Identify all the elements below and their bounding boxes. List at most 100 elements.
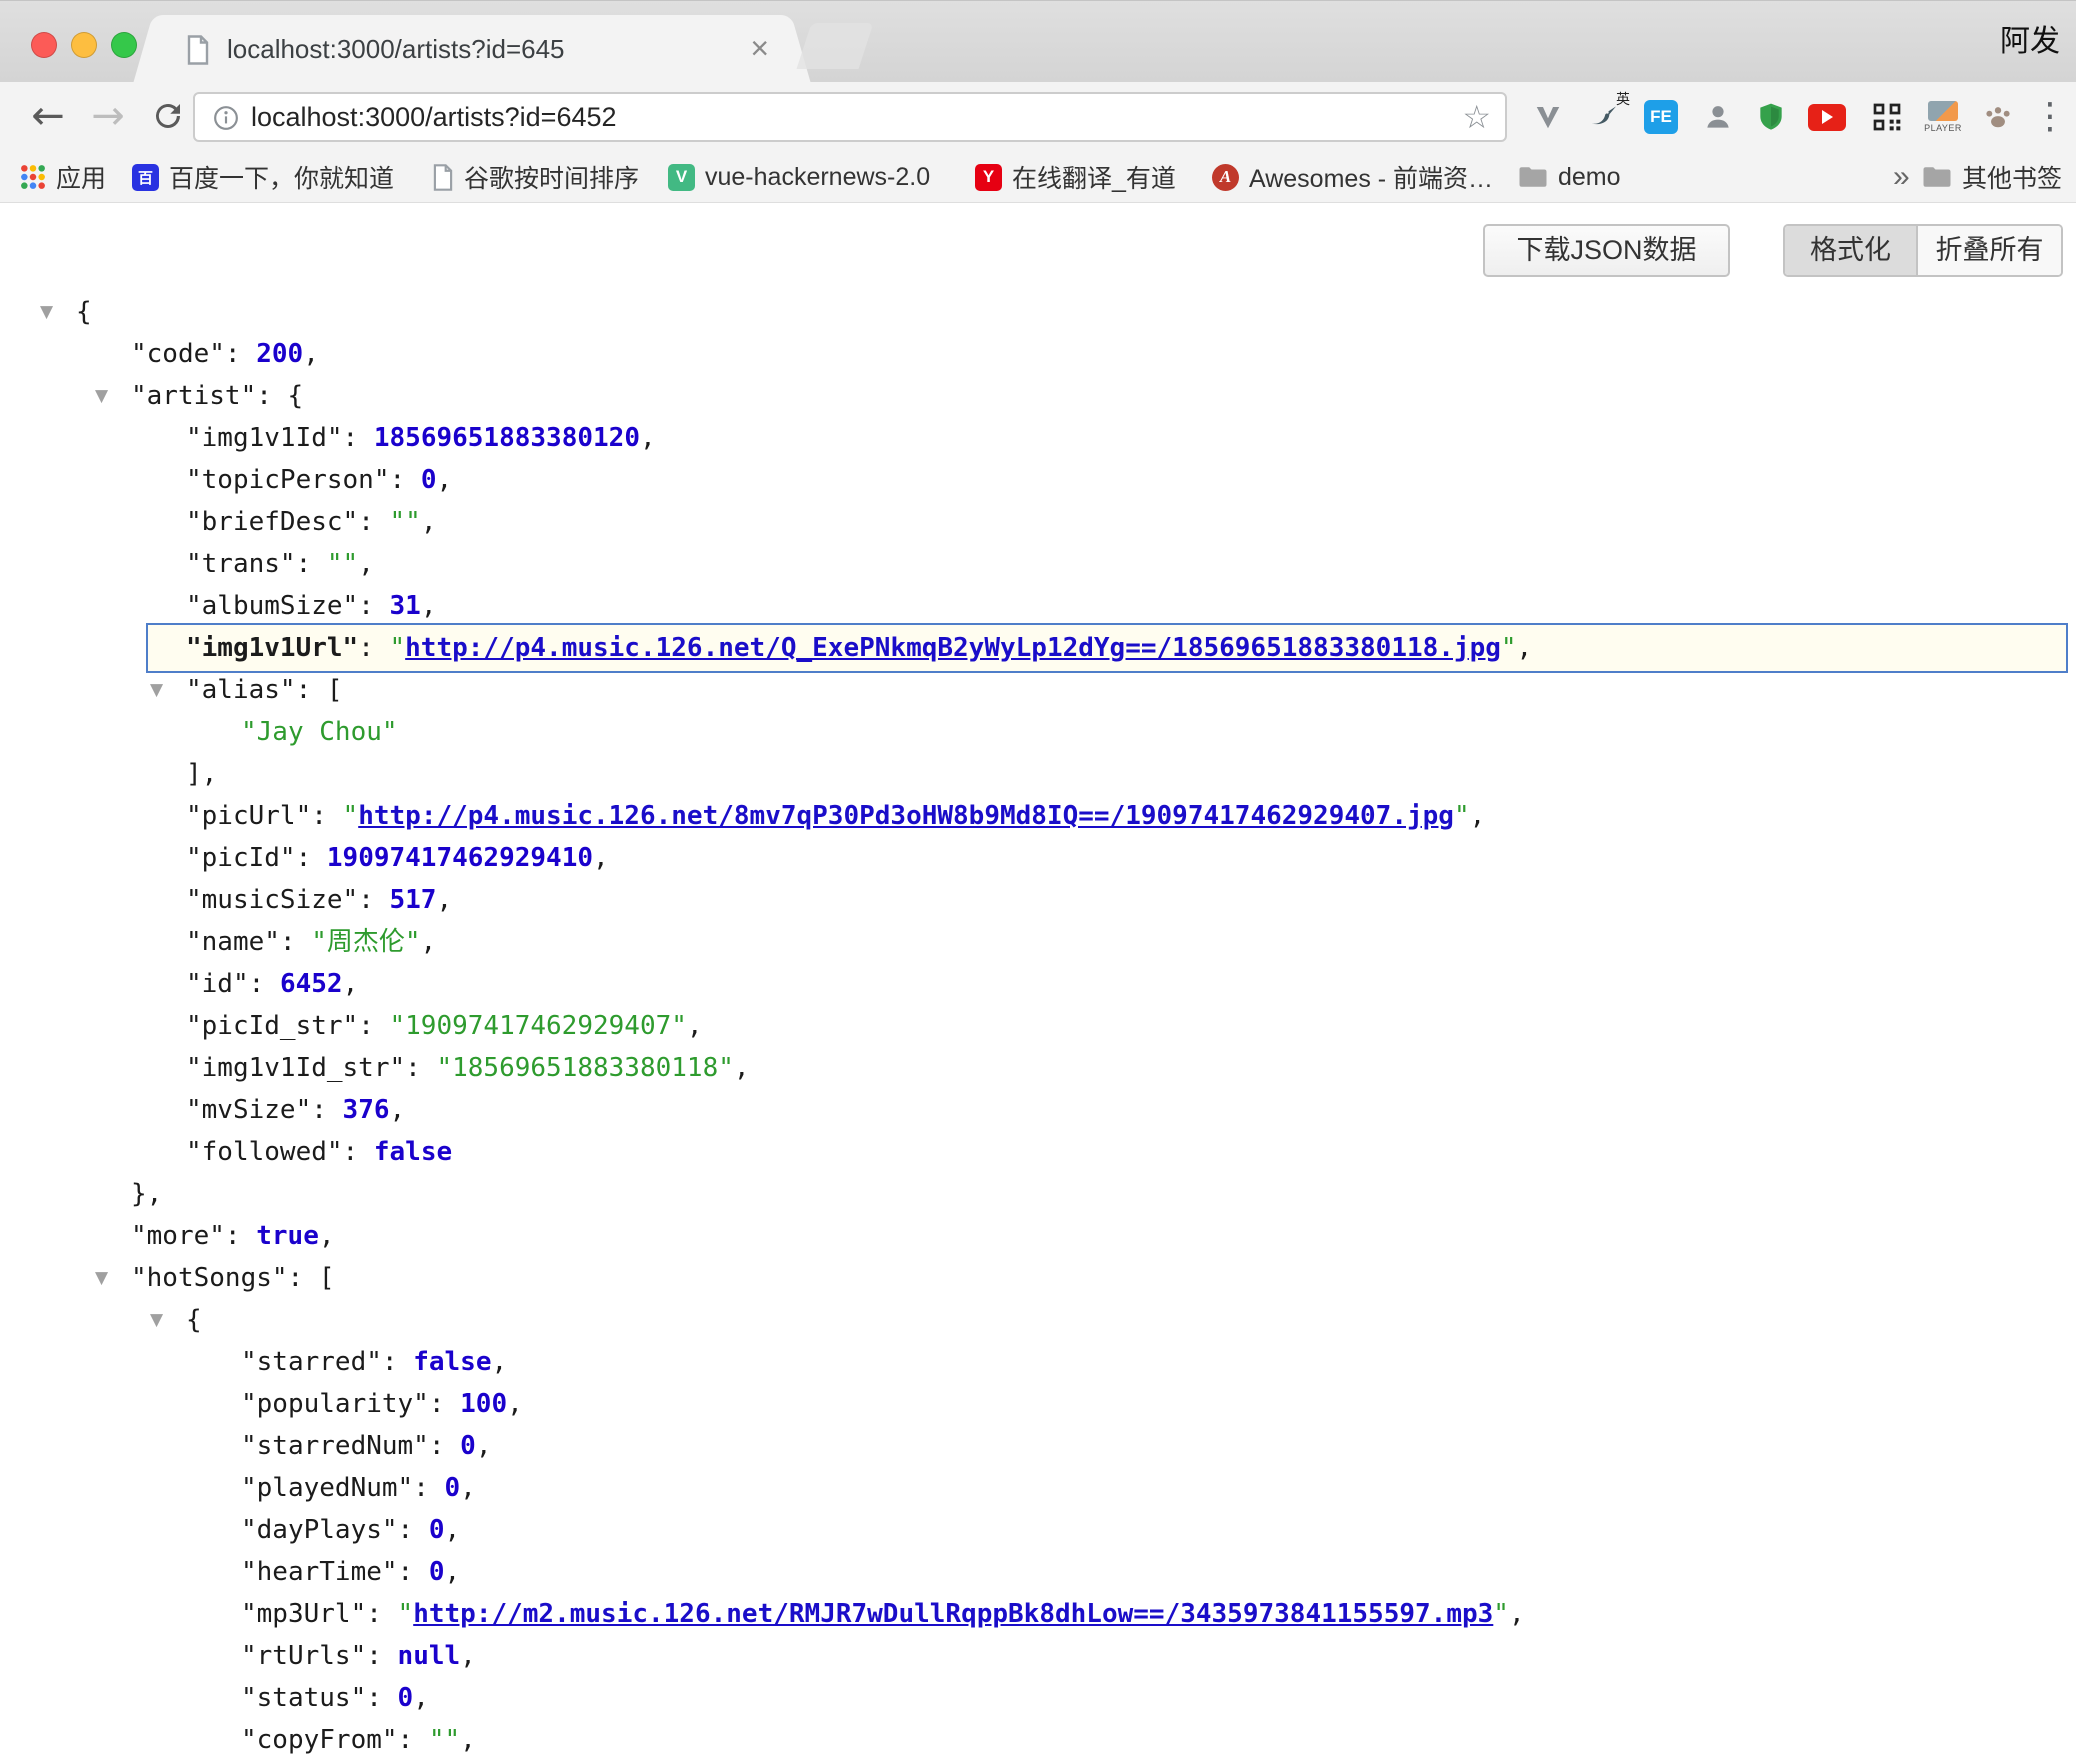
collapse-all-button[interactable]: 折叠所有	[1918, 226, 2061, 275]
json-line: "popularity": 100,	[0, 1383, 2076, 1425]
bookmark-label: demo	[1558, 163, 1621, 192]
json-punctuation: :	[358, 633, 389, 663]
bookmark-label: 应用	[56, 159, 106, 195]
bookmarks-overflow-chevron[interactable]: »	[1893, 152, 1910, 202]
json-number: 0	[460, 1431, 476, 1461]
json-key: "starredNum"	[241, 1431, 429, 1461]
json-link[interactable]: http://p4.music.126.net/Q_ExePNkmqB2yWyL…	[405, 633, 1501, 663]
json-string: ""	[327, 549, 358, 579]
view-mode-segmented-control: 格式化 折叠所有	[1783, 224, 2063, 277]
json-link[interactable]: http://p4.music.126.net/8mv7qP30Pd3oHW8b…	[358, 801, 1454, 831]
json-line: ▼"artist": {	[0, 375, 2076, 417]
other-bookmarks-folder[interactable]: 其他书签	[1922, 152, 2062, 202]
collapse-toggle-icon[interactable]: ▼	[150, 669, 163, 711]
bookmark-youdao-translate[interactable]: Y 在线翻译_有道	[975, 152, 1176, 202]
bookmark-baidu[interactable]: 百 百度一下，你就知道	[132, 152, 394, 202]
extension-v-icon[interactable]	[1526, 95, 1570, 139]
bookmark-google-sort[interactable]: 谷歌按时间排序	[432, 152, 639, 202]
address-bar[interactable]: localhost:3000/artists?id=6452 ☆	[193, 92, 1507, 142]
json-key: "copyFrom"	[241, 1725, 398, 1754]
extension-person-icon[interactable]	[1696, 95, 1740, 139]
json-key: "hotSongs"	[131, 1263, 288, 1293]
page-info-icon[interactable]	[213, 105, 239, 136]
translate-badge: 英	[1616, 92, 1630, 106]
json-line: "mvSize": 376,	[0, 1089, 2076, 1131]
json-punctuation: ,	[491, 1347, 507, 1377]
json-punctuation: :	[343, 423, 374, 453]
bookmark-demo-folder[interactable]: demo	[1518, 152, 1621, 202]
url-text[interactable]: localhost:3000/artists?id=6452	[251, 94, 617, 140]
json-key: "albumSize"	[186, 591, 358, 621]
json-number: 0	[429, 1557, 445, 1587]
json-line: "albumSize": 31,	[0, 585, 2076, 627]
new-tab-button[interactable]	[797, 23, 874, 69]
json-punctuation: ,	[421, 507, 437, 537]
collapse-toggle-icon[interactable]: ▼	[95, 1257, 108, 1299]
json-punctuation: :	[382, 1347, 413, 1377]
json-key: "trans"	[186, 549, 296, 579]
bookmark-star-icon[interactable]: ☆	[1462, 94, 1491, 140]
json-punctuation: :	[366, 1599, 397, 1629]
extension-youtube-icon[interactable]	[1805, 95, 1849, 139]
json-number: 0	[445, 1473, 461, 1503]
json-link[interactable]: http://m2.music.126.net/RMJR7wDullRqppBk…	[413, 1599, 1493, 1629]
extension-player-icon[interactable]: PLAYER	[1921, 95, 1965, 139]
json-punctuation: :	[296, 843, 327, 873]
json-line: "more": true,	[0, 1215, 2076, 1257]
json-punctuation: ,	[460, 1725, 476, 1754]
bookmark-label: Awesomes - 前端资…	[1249, 159, 1493, 195]
json-key: "id"	[186, 969, 249, 999]
window-close-button[interactable]	[31, 32, 57, 58]
json-line-highlighted: "img1v1Url": "http://p4.music.126.net/Q_…	[146, 623, 2068, 673]
window-minimize-button[interactable]	[71, 32, 97, 58]
extension-fehelper-icon[interactable]: FE	[1639, 95, 1683, 139]
json-number: 18569651883380120	[374, 423, 640, 453]
browser-tab[interactable]: localhost:3000/artists?id=645 ×	[157, 15, 787, 83]
json-number: 376	[343, 1095, 390, 1125]
json-line: "trans": "",	[0, 543, 2076, 585]
json-punctuation: ,	[303, 339, 319, 369]
json-line: "briefDesc": "",	[0, 501, 2076, 543]
extension-qrcode-icon[interactable]	[1865, 95, 1909, 139]
folder-icon	[1518, 165, 1548, 189]
json-punctuation: :	[225, 1221, 256, 1251]
bookmark-vue-hackernews[interactable]: V vue-hackernews-2.0	[668, 152, 930, 202]
back-button[interactable]: ←	[26, 82, 70, 152]
collapse-toggle-icon[interactable]: ▼	[40, 291, 53, 333]
json-quote: "	[343, 801, 359, 831]
extension-translate-bird-icon[interactable]: 英	[1582, 95, 1626, 139]
collapse-toggle-icon[interactable]: ▼	[95, 375, 108, 417]
download-json-button[interactable]: 下载JSON数据	[1483, 224, 1730, 277]
extension-paw-icon[interactable]	[1976, 95, 2020, 139]
tab-close-icon[interactable]: ×	[750, 15, 769, 81]
json-key: "mvSize"	[186, 1095, 311, 1125]
json-string: "19097417462929407"	[390, 1011, 687, 1041]
json-punctuation: ,	[413, 1683, 429, 1713]
bookmark-awesomes[interactable]: A Awesomes - 前端资…	[1212, 152, 1493, 202]
extension-shield-icon[interactable]	[1749, 95, 1793, 139]
json-punctuation: :	[398, 1515, 429, 1545]
json-quote: "	[1454, 801, 1470, 831]
json-quote: "	[390, 633, 406, 663]
collapse-toggle-icon[interactable]: ▼	[150, 1299, 163, 1341]
reload-button[interactable]	[146, 82, 190, 152]
json-key: "img1v1Url"	[186, 633, 358, 663]
doc-icon	[432, 164, 454, 191]
page-content: 下载JSON数据 格式化 折叠所有 ▼{"code": 200,▼"artist…	[0, 203, 2076, 1754]
browser-menu-button[interactable]: ⋮	[2030, 82, 2070, 152]
window-zoom-button[interactable]	[111, 32, 137, 58]
json-punctuation: ,	[319, 1221, 335, 1251]
json-key: "briefDesc"	[186, 507, 358, 537]
forward-button: →	[86, 82, 130, 152]
json-line: },	[0, 1173, 2076, 1215]
json-number: 0	[429, 1515, 445, 1545]
json-line: "picId_str": "19097417462929407",	[0, 1005, 2076, 1047]
profile-name[interactable]: 阿发	[2000, 1, 2060, 83]
json-punctuation: ,	[476, 1431, 492, 1461]
json-punctuation: :	[311, 1095, 342, 1125]
json-number: 19097417462929410	[327, 843, 593, 873]
bookmark-apps[interactable]: 应用	[20, 152, 106, 202]
json-line: "hearTime": 0,	[0, 1551, 2076, 1593]
tab-favicon-doc-icon	[185, 35, 211, 70]
format-button[interactable]: 格式化	[1785, 226, 1918, 275]
